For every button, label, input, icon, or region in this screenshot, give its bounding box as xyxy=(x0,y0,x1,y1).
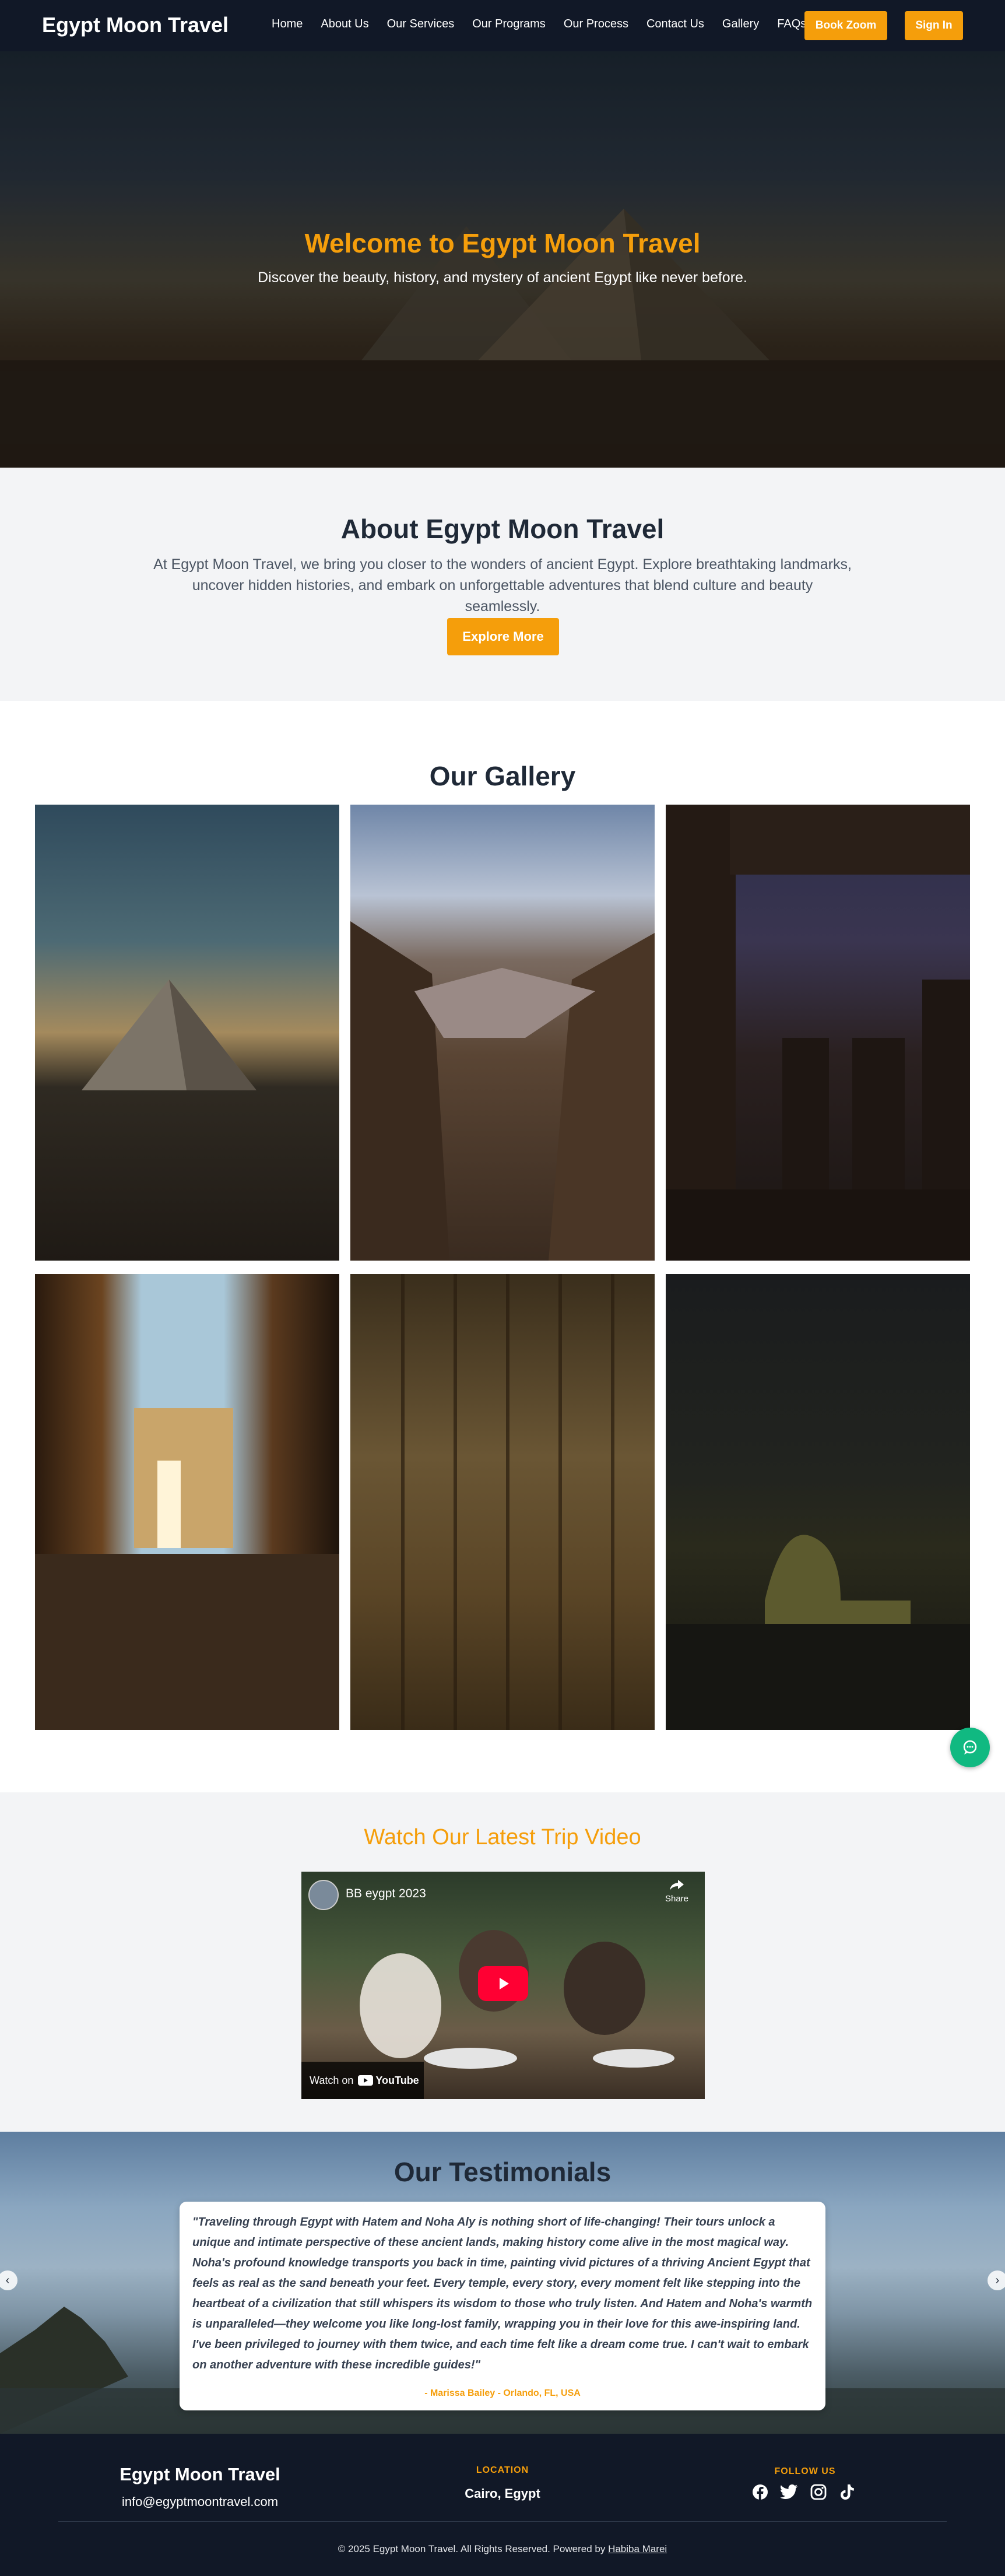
watch-on-youtube-link[interactable]: Watch on YouTube xyxy=(301,2062,424,2099)
nav-link-programs[interactable]: Our Programs xyxy=(472,17,546,31)
sign-in-button[interactable]: Sign In xyxy=(905,11,963,40)
gallery-image-hieroglyphs[interactable] xyxy=(350,1274,655,1730)
share-button[interactable]: Share xyxy=(659,1879,694,1904)
powered-by-link[interactable]: Habiba Marei xyxy=(608,2543,667,2554)
nav-link-home[interactable]: Home xyxy=(272,17,303,31)
brand-logo[interactable]: Egypt Moon Travel xyxy=(42,13,229,37)
hero-subtitle: Discover the beauty, history, and myster… xyxy=(258,269,747,286)
testimonials-section: Our Testimonials ‹ › "Traveling through … xyxy=(0,2132,1005,2434)
chevron-right-icon: › xyxy=(995,2273,1000,2287)
hero-pyramids-image xyxy=(0,51,1005,468)
gallery-image-temple-columns[interactable] xyxy=(666,805,970,1261)
watch-on-label: Watch on xyxy=(310,2074,354,2086)
chat-button[interactable] xyxy=(950,1728,990,1767)
share-icon xyxy=(670,1880,684,1890)
gallery-image-sphinx[interactable] xyxy=(666,1274,970,1730)
footer-location: Cairo, Egypt xyxy=(465,2486,540,2501)
youtube-player[interactable]: BB eygpt 2023 Share Watch on YouTube xyxy=(301,1872,705,2099)
footer-copyright: © 2025 Egypt Moon Travel. All Rights Res… xyxy=(0,2543,1005,2555)
gallery-title: Our Gallery xyxy=(429,761,576,791)
book-zoom-button[interactable]: Book Zoom xyxy=(804,11,887,40)
footer-brand: Egypt Moon Travel xyxy=(120,2464,280,2484)
chevron-left-icon: ‹ xyxy=(5,2273,10,2287)
nav-links: Home About Us Our Services Our Programs … xyxy=(272,17,824,31)
instagram-icon[interactable] xyxy=(809,2483,828,2501)
nav-link-services[interactable]: Our Services xyxy=(387,17,455,31)
play-icon xyxy=(500,1978,509,1989)
gallery-image-temple-gate[interactable] xyxy=(35,1274,339,1730)
video-section: Watch Our Latest Trip Video BB eygpt 202… xyxy=(0,1792,1005,2132)
explore-more-button[interactable]: Explore More xyxy=(447,618,559,655)
nav-link-gallery[interactable]: Gallery xyxy=(722,17,759,31)
social-links xyxy=(751,2483,857,2501)
channel-avatar[interactable] xyxy=(308,1880,339,1910)
about-section: About Egypt Moon Travel At Egypt Moon Tr… xyxy=(0,468,1005,701)
testimonial-quote: "Traveling through Egypt with Hatem and … xyxy=(192,2216,813,2371)
footer-location-heading: LOCATION xyxy=(476,2465,529,2475)
testimonial-author: - Marissa Bailey - Orlando, FL, USA xyxy=(424,2388,581,2398)
share-label: Share xyxy=(665,1894,689,1904)
testimonials-title: Our Testimonials xyxy=(393,2157,612,2187)
footer-follow-heading: FOLLOW US xyxy=(774,2466,836,2476)
twitter-icon[interactable] xyxy=(780,2483,799,2501)
about-title: About Egypt Moon Travel xyxy=(340,514,665,544)
gallery-image-pyramid[interactable] xyxy=(35,805,339,1261)
chat-icon xyxy=(963,1740,977,1754)
nav-link-process[interactable]: Our Process xyxy=(564,17,628,31)
tiktok-icon[interactable] xyxy=(838,2483,857,2501)
testimonial-next-button[interactable]: › xyxy=(988,2270,1005,2290)
play-button[interactable] xyxy=(478,1966,528,2001)
gallery-section: Our Gallery xyxy=(0,701,1005,1792)
nav-link-contact[interactable]: Contact Us xyxy=(646,17,704,31)
facebook-icon[interactable] xyxy=(751,2483,769,2501)
youtube-logo-icon: YouTube xyxy=(358,2075,419,2087)
footer-divider xyxy=(58,2521,947,2522)
hero-section: Welcome to Egypt Moon Travel Discover th… xyxy=(0,51,1005,468)
nav-link-faqs[interactable]: FAQs xyxy=(777,17,806,31)
video-title[interactable]: BB eygpt 2023 xyxy=(346,1887,426,1901)
footer-email[interactable]: info@egyptmoontravel.com xyxy=(0,2494,400,2510)
about-text: At Egypt Moon Travel, we bring you close… xyxy=(153,556,852,615)
nav-link-about[interactable]: About Us xyxy=(321,17,368,31)
hero-title: Welcome to Egypt Moon Travel xyxy=(304,228,701,258)
testimonial-card: "Traveling through Egypt with Hatem and … xyxy=(180,2202,825,2410)
top-navbar: Egypt Moon Travel Home About Us Our Serv… xyxy=(0,0,1005,51)
copyright-text: © 2025 Egypt Moon Travel. All Rights Res… xyxy=(338,2543,606,2554)
footer: Egypt Moon Travel info@egyptmoontravel.c… xyxy=(0,2434,1005,2576)
gallery-image-canyon[interactable] xyxy=(350,805,655,1261)
video-section-title: Watch Our Latest Trip Video xyxy=(364,1825,641,1849)
